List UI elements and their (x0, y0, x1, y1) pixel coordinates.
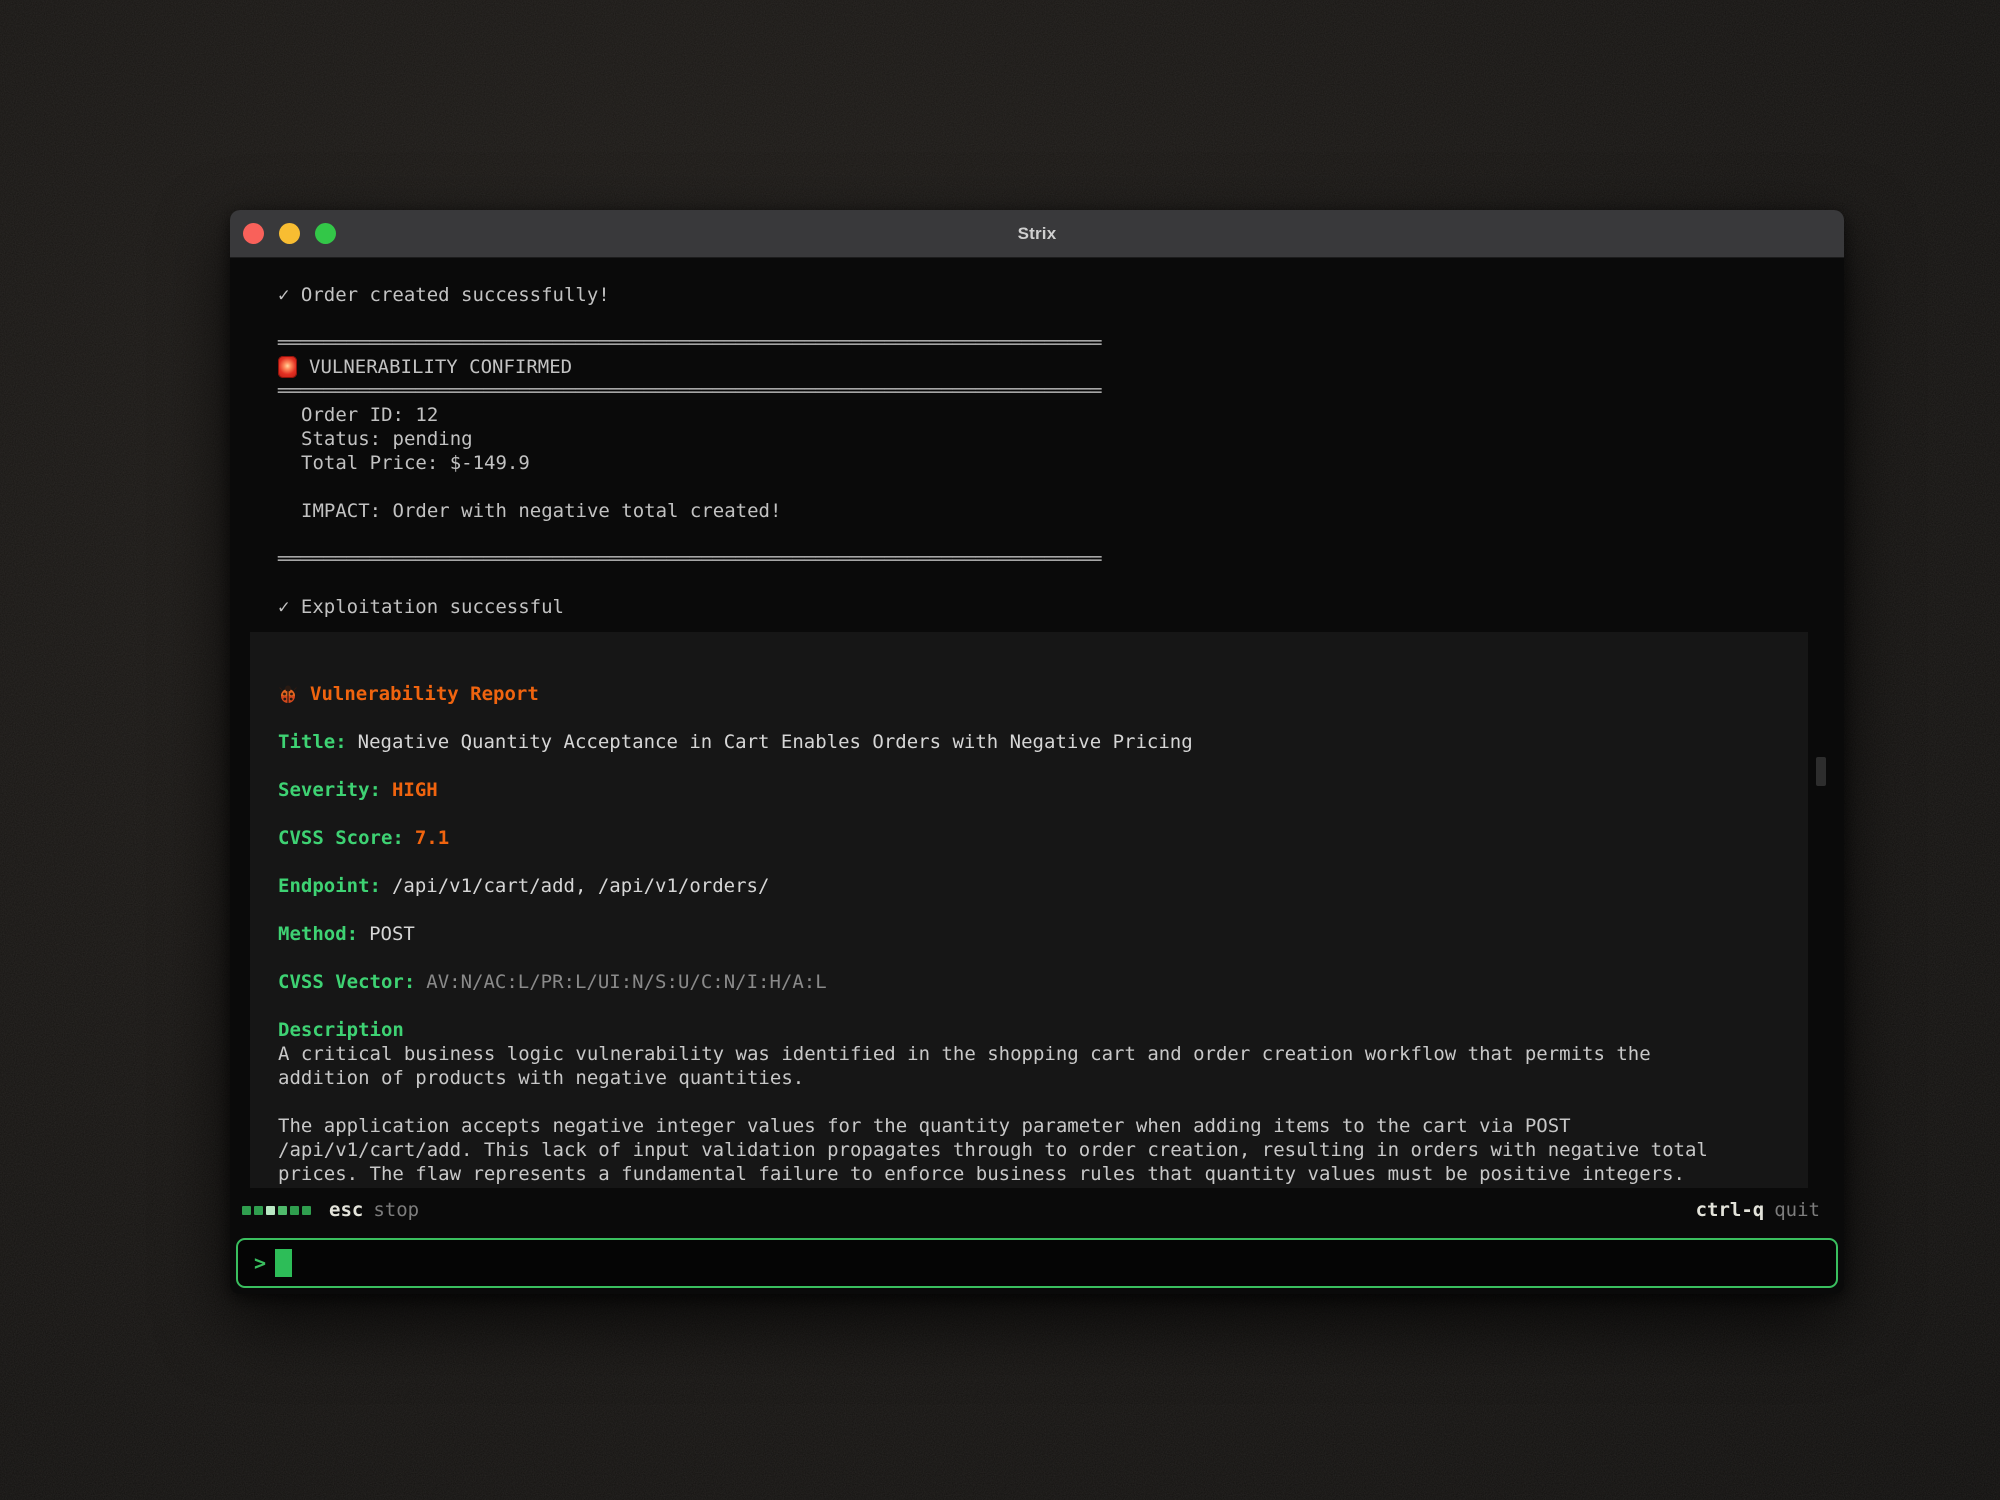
text-cursor (275, 1249, 292, 1277)
separator-line: ════════════════════════════════════════… (278, 331, 1844, 355)
stop-action-label[interactable]: stop (373, 1199, 419, 1221)
report-header: Vulnerability Report (278, 682, 1784, 706)
prompt-chevron: > (254, 1251, 266, 1275)
separator-line: ════════════════════════════════════════… (278, 547, 1844, 571)
impact-line: IMPACT: Order with negative total create… (278, 499, 1844, 523)
vulnerability-report-panel: Vulnerability Report Title: Negative Qua… (250, 632, 1808, 1188)
field-severity: Severity: HIGH (278, 778, 1784, 802)
vulnerability-confirmed-banner: VULNERABILITY CONFIRMED (278, 355, 1844, 379)
alert-light-icon (278, 356, 297, 378)
field-cvss-score: CVSS Score: 7.1 (278, 826, 1784, 850)
severity-badge: HIGH (392, 778, 438, 802)
separator-line: ════════════════════════════════════════… (278, 379, 1844, 403)
esc-key-hint[interactable]: esc (329, 1199, 363, 1221)
report-title: Vulnerability Report (310, 682, 539, 706)
field-cvss-vector: CVSS Vector: AV:N/AC:L/PR:L/UI:N/S:U/C:N… (278, 970, 1784, 994)
terminal-output[interactable]: ✓ Order created successfully! ══════════… (230, 258, 1844, 1190)
total-price-line: Total Price: $-149.9 (278, 451, 1844, 475)
description-header: Description (278, 1018, 1784, 1042)
vulnerability-confirmed-label: VULNERABILITY CONFIRMED (309, 355, 572, 379)
order-success-line: ✓ Order created successfully! (278, 283, 1844, 307)
quit-action-label[interactable]: quit (1774, 1199, 1820, 1221)
description-paragraph: The application accepts negative integer… (278, 1114, 1736, 1186)
window-title: Strix (230, 224, 1844, 244)
description-paragraph: A critical business logic vulnerability … (278, 1042, 1736, 1090)
field-endpoint: Endpoint: /api/v1/cart/add, /api/v1/orde… (278, 874, 1784, 898)
scrollbar-thumb[interactable] (1816, 757, 1826, 786)
field-method: Method: POST (278, 922, 1784, 946)
ctrl-q-key-hint[interactable]: ctrl-q (1696, 1199, 1765, 1221)
bug-icon (278, 684, 298, 704)
order-status-line: Status: pending (278, 427, 1844, 451)
field-title: Title: Negative Quantity Acceptance in C… (278, 730, 1784, 754)
strix-window: Strix ✓ Order created successfully! ════… (230, 210, 1844, 1294)
order-id-line: Order ID: 12 (278, 403, 1844, 427)
window-titlebar[interactable]: Strix (230, 210, 1844, 258)
command-input[interactable]: > (236, 1238, 1838, 1288)
exploitation-success-line: ✓ Exploitation successful (278, 595, 1844, 619)
footer-statusbar: esc stop ctrl-q quit (230, 1194, 1844, 1226)
activity-spinner-icon (242, 1206, 311, 1215)
